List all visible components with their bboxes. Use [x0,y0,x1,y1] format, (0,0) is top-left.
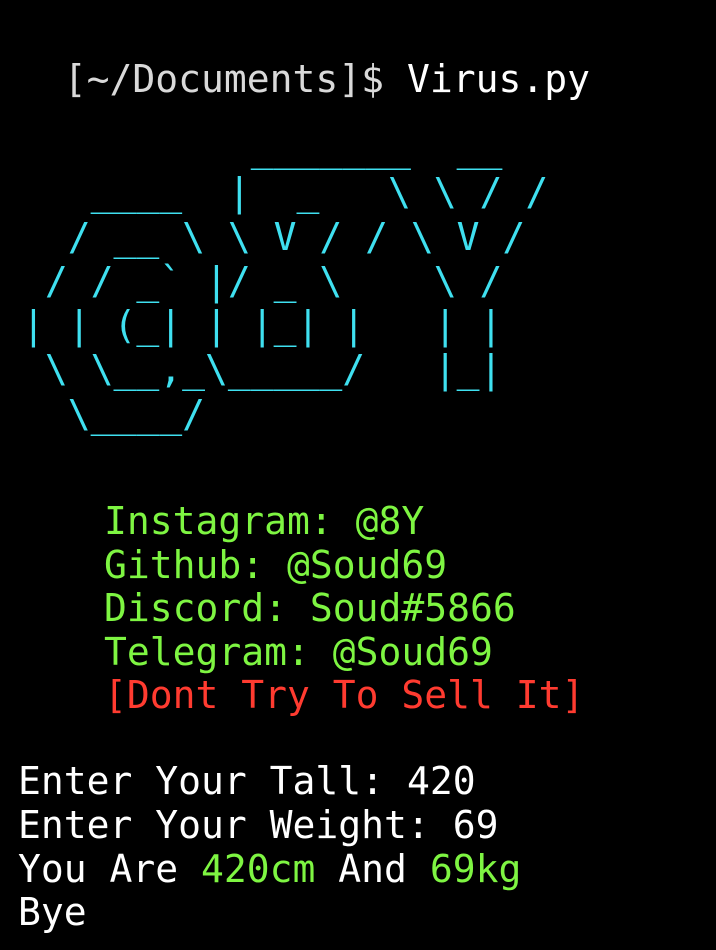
result-weight: 69kg [429,847,522,891]
weight-prompt: Enter Your Weight: [18,803,453,847]
github-line: Github: @Soud69 [104,543,448,587]
tall-line: Enter Your Tall: 420 [18,762,476,800]
result-and: And [315,847,430,891]
tall-prompt: Enter Your Tall: [18,759,407,803]
command-line: [~/Documents]$ Virus.py [18,22,590,98]
instagram-line: Instagram: @8Y [104,499,425,543]
result-prefix: You Are [18,847,202,891]
warning-line: [Dont Try To Sell It] [104,673,585,717]
weight-value: 69 [452,803,499,847]
telegram-line: Telegram: @Soud69 [104,630,493,674]
result-line: You Are 420cm And 69kg [18,850,521,888]
tall-value: 420 [406,759,476,803]
result-height: 420cm [201,847,316,891]
prompt-path: [~/Documents]$ [63,57,385,101]
discord-line: Discord: Soud#5866 [104,586,516,630]
command-text: Virus.py [406,57,590,101]
ascii-logo: _______ __ ____ | _ \ \ / / / __ \ \ V /… [22,126,549,436]
bye-line: Bye [18,890,87,934]
weight-line: Enter Your Weight: 69 [18,806,498,844]
